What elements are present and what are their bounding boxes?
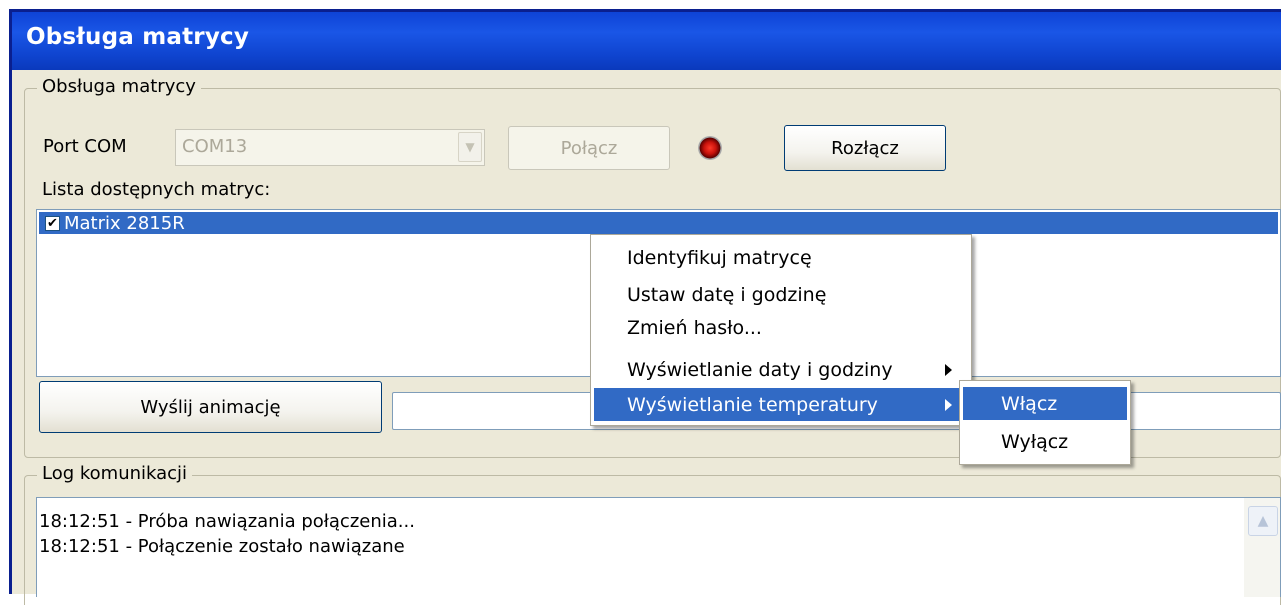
- submenu-item-label: Wyłącz: [1001, 430, 1069, 453]
- title-bar[interactable]: Obsługa matrycy: [12, 12, 1281, 70]
- matrix-checkbox[interactable]: ✔: [45, 215, 60, 231]
- matrix-name: Matrix 2815R: [64, 212, 185, 234]
- menu-item-identify[interactable]: Identyfikuj matrycę: [594, 241, 968, 274]
- submenu-item-label: Włącz: [1001, 392, 1058, 415]
- context-menu: Identyfikuj matrycę Ustaw datę i godzinę…: [590, 234, 972, 426]
- menu-item-label: Ustaw datę i godzinę: [627, 283, 827, 306]
- menu-item-label: Identyfikuj matrycę: [627, 246, 812, 269]
- menu-item-change-password[interactable]: Zmień hasło...: [594, 311, 968, 344]
- chevron-down-icon[interactable]: ▼: [458, 132, 482, 162]
- temperature-submenu: Włącz Wyłącz: [959, 380, 1131, 465]
- port-com-select[interactable]: COM13 ▼: [175, 129, 485, 166]
- chevron-right-icon: [945, 399, 952, 411]
- menu-item-label: Wyświetlanie temperatury: [627, 393, 878, 416]
- send-animation-button[interactable]: Wyślij animację: [39, 381, 382, 433]
- port-com-value: COM13: [182, 136, 248, 157]
- menu-item-set-date-time[interactable]: Ustaw datę i godzinę: [594, 278, 968, 311]
- log-scrollbar[interactable]: ▲: [1244, 498, 1280, 597]
- submenu-item-disable[interactable]: Wyłącz: [963, 425, 1127, 458]
- connection-status-led-icon: [698, 136, 722, 160]
- log-line: 18:12:51 - Próba nawiązania połączenia..…: [39, 511, 415, 532]
- matrix-list-label: Lista dostępnych matryc:: [42, 179, 271, 200]
- window-title: Obsługa matrycy: [26, 24, 250, 50]
- disconnect-button[interactable]: Rozłącz: [784, 125, 946, 171]
- log-textarea[interactable]: 18:12:51 - Próba nawiązania połączenia..…: [36, 497, 1281, 597]
- list-item-matrix-2815r[interactable]: ✔ Matrix 2815R: [39, 212, 1278, 234]
- port-com-label: Port COM: [43, 136, 127, 157]
- connect-button[interactable]: Połącz: [508, 126, 670, 170]
- menu-item-display-temperature[interactable]: Wyświetlanie temperatury: [594, 388, 968, 421]
- submenu-item-enable[interactable]: Włącz: [963, 387, 1127, 420]
- menu-item-display-date-time[interactable]: Wyświetlanie daty i godziny: [594, 353, 968, 386]
- menu-item-label: Zmień hasło...: [627, 316, 762, 339]
- matrix-groupbox-label: Obsługa matrycy: [37, 76, 201, 97]
- log-line: 18:12:51 - Połączenie zostało nawiązane: [39, 536, 405, 557]
- chevron-right-icon: [945, 364, 952, 376]
- chevron-up-icon[interactable]: ▲: [1248, 506, 1278, 536]
- log-groupbox-label: Log komunikacji: [37, 463, 193, 484]
- menu-item-label: Wyświetlanie daty i godziny: [627, 358, 893, 381]
